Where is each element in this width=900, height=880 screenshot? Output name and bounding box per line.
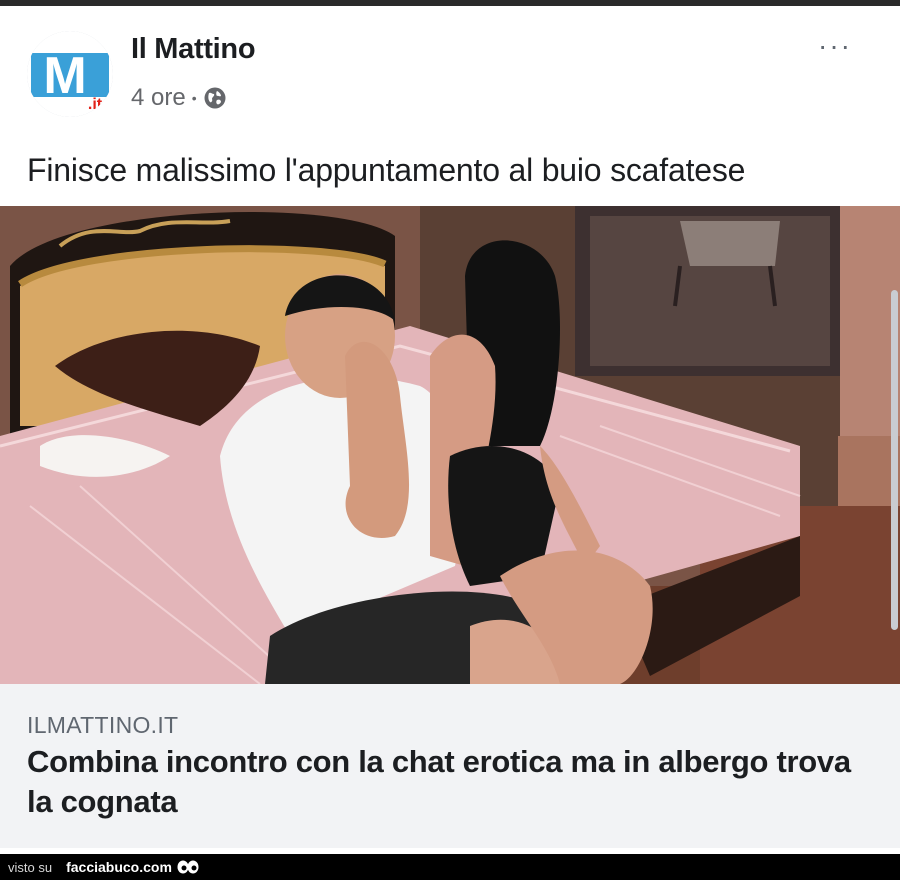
footer-visto-su: visto su — [8, 859, 53, 875]
eyes-icon — [176, 859, 200, 875]
logo-letter: M — [43, 47, 86, 105]
more-options-button[interactable]: ··· — [818, 30, 852, 62]
il-mattino-logo: M .it — [27, 31, 113, 117]
footer-site-name[interactable]: facciabuco.com — [66, 859, 172, 875]
meta-separator: • — [191, 90, 197, 106]
link-headline[interactable]: Combina incontro con la chat erotica ma … — [27, 742, 867, 822]
page-avatar[interactable]: M .it — [27, 31, 113, 117]
post-meta: 4 ore • — [131, 84, 227, 112]
hotel-room-photo — [0, 206, 900, 684]
globe-icon — [203, 86, 227, 110]
watermark-footer: visto su facciabuco.com — [0, 854, 900, 880]
post-time[interactable]: 4 ore — [131, 84, 186, 112]
post-photo[interactable] — [0, 206, 900, 684]
post-caption: Finisce malissimo l'appuntamento al buio… — [27, 152, 746, 188]
page-name[interactable]: Il Mattino — [131, 33, 256, 66]
scrollbar[interactable] — [891, 290, 898, 630]
link-domain: ILMATTINO.IT — [27, 712, 179, 738]
